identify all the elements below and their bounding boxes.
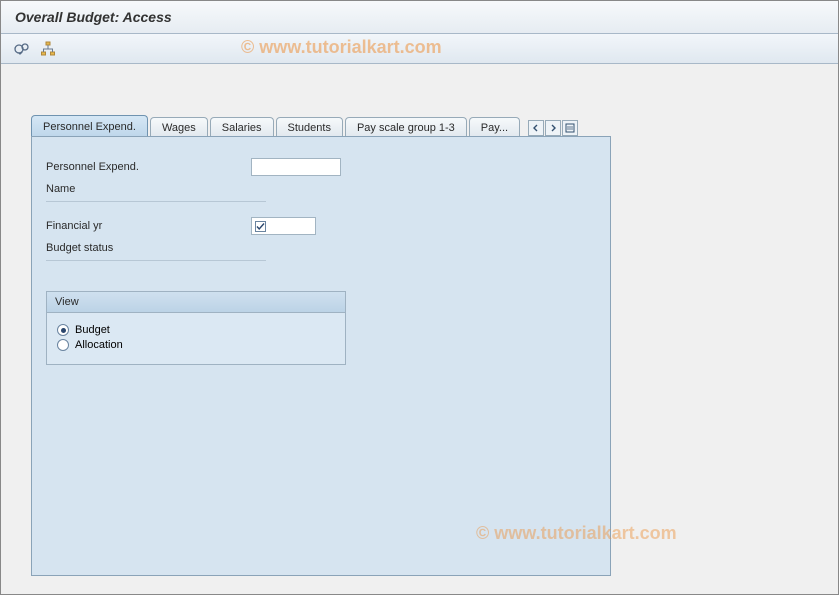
tab-panel: Personnel Expend. Name Financial yr Budg… (31, 136, 611, 576)
tab-scroll-controls (528, 120, 578, 136)
financial-yr-label: Financial yr (46, 220, 251, 232)
personnel-expend-input[interactable] (251, 158, 341, 176)
tab-salaries[interactable]: Salaries (210, 117, 274, 137)
tab-strip: Personnel Expend. Wages Salaries Student… (31, 114, 838, 136)
name-label: Name (46, 183, 251, 195)
execute-icon[interactable] (13, 40, 31, 58)
radio-budget[interactable]: Budget (57, 324, 335, 336)
budget-status-label: Budget status (46, 242, 251, 254)
view-groupbox-title: View (47, 292, 345, 313)
tab-students[interactable]: Students (276, 117, 343, 137)
tab-scroll-right-icon[interactable] (545, 120, 561, 136)
row-personnel-expend: Personnel Expend. (46, 157, 596, 177)
toolbar (1, 34, 838, 64)
tab-scroll-left-icon[interactable] (528, 120, 544, 136)
structure-icon[interactable] (39, 40, 57, 58)
row-financial-yr: Financial yr (46, 216, 596, 236)
tab-wages[interactable]: Wages (150, 117, 208, 137)
row-budget-status: Budget status (46, 238, 596, 258)
separator-1 (46, 201, 266, 202)
tab-pay-scale-group[interactable]: Pay scale group 1-3 (345, 117, 467, 137)
title-bar: Overall Budget: Access (1, 1, 838, 34)
tab-personnel-expend[interactable]: Personnel Expend. (31, 115, 148, 136)
row-name: Name (46, 179, 596, 199)
radio-icon (57, 339, 69, 351)
check-icon (255, 221, 266, 232)
financial-yr-input[interactable] (251, 217, 316, 235)
radio-allocation-label: Allocation (75, 339, 123, 351)
content-area: Personnel Expend. Wages Salaries Student… (1, 64, 838, 576)
personnel-expend-label: Personnel Expend. (46, 161, 251, 173)
view-groupbox: View Budget Allocation (46, 291, 346, 365)
view-groupbox-body: Budget Allocation (47, 313, 345, 364)
radio-budget-label: Budget (75, 324, 110, 336)
tab-pay-overflow[interactable]: Pay... (469, 117, 520, 137)
tab-list-icon[interactable] (562, 120, 578, 136)
page-title: Overall Budget: Access (15, 9, 824, 25)
radio-allocation[interactable]: Allocation (57, 339, 335, 351)
radio-icon (57, 324, 69, 336)
separator-2 (46, 260, 266, 261)
